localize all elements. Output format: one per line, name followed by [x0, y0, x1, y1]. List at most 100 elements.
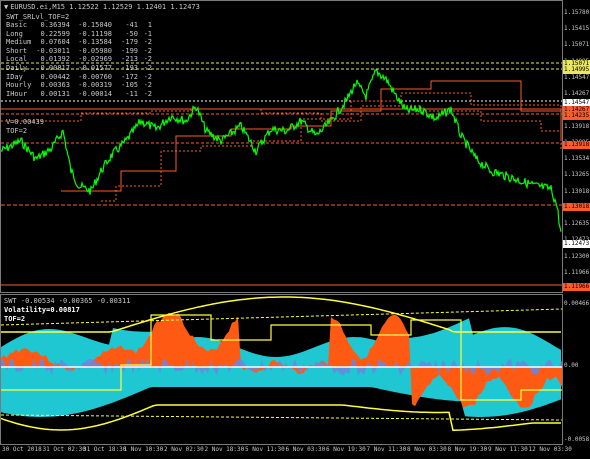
upper-dashed	[1, 308, 562, 326]
indicator-panel[interactable]: SWT -0.00534 -0.00365 -0.00311 Volatilit…	[0, 294, 563, 445]
price-axis-label: 1.14547	[564, 73, 590, 81]
price-axis-label: 1.12635	[564, 220, 590, 228]
price-tag: 1.13018	[563, 203, 590, 211]
indicator-axis-label: -0.00581	[564, 436, 590, 443]
stats-cell: -213	[121, 55, 138, 64]
stats-cell: -0.03011	[36, 46, 70, 55]
time-axis-label: 1 Nov 10:30	[123, 446, 164, 453]
v-line-text: V=0.00439	[6, 118, 44, 126]
stats-cell: -172	[121, 72, 138, 81]
stats-cell: -50	[125, 29, 138, 38]
stats-cell: -0.00760	[78, 72, 112, 81]
price-axis-label: 1.13265	[564, 171, 590, 179]
price-tag: 1.14235	[563, 112, 590, 120]
stats-cell: -2	[143, 46, 152, 55]
stats-cell: 0.00817	[40, 63, 70, 72]
price-panel[interactable]: ▼ EURUSD.ei,M15 1.12522 1.12529 1.12401 1…	[0, 0, 563, 293]
indicator-axis-label: 0.00	[564, 362, 579, 369]
stats-cell: -193	[121, 63, 138, 72]
stats-cell: -2	[143, 63, 152, 72]
price-axis-label: 1.13018	[564, 187, 590, 195]
price-tag: 1.11966	[563, 283, 590, 291]
stats-cell: -105	[121, 81, 138, 90]
stats-cell: Local	[6, 55, 28, 64]
stats-cell: 0.36394	[40, 21, 70, 29]
stats-cell: 0.00363	[40, 81, 70, 90]
time-axis-label: 5 Nov 11:30	[245, 446, 285, 453]
stats-cell: IDay	[6, 72, 23, 81]
time-axis-label: 6 Nov 19:30	[326, 446, 366, 453]
stats-cell: -11	[125, 89, 138, 98]
price-axis-label: 1.11966	[564, 268, 590, 276]
time-axis-label: 31 Oct 02:30	[42, 446, 86, 453]
time-axis-label: 2 Nov 02:30	[164, 446, 204, 453]
stats-cell: -2	[143, 72, 152, 81]
stats-cell: -0.15040	[78, 21, 112, 29]
stats-row: Short -0.03011 -0.05980 -199 -2	[6, 47, 152, 56]
stats-row: Basic 0.36394 -0.15040 -41 1	[6, 21, 152, 30]
stats-cell: -0.13584	[78, 38, 112, 47]
time-axis-label: 6 Nov 03:30	[285, 446, 326, 453]
volatility-label: Volatility=0.00817	[4, 306, 80, 314]
stats-cell: -2	[143, 89, 152, 98]
stats-cell: 0.07604	[40, 38, 70, 47]
price-axis-label: 1.15415	[564, 25, 590, 33]
price-axis-label: 1.13918	[564, 122, 590, 130]
time-axis-label: 30 Oct 2018	[2, 446, 42, 453]
stats-row: Hourly 0.00363 -0.00319 -105 -2	[6, 81, 152, 90]
price-tag: 1.12473	[563, 240, 590, 248]
stats-cell: -179	[121, 38, 138, 47]
stats-cell: -0.00014	[78, 89, 112, 98]
chart-window: ▼ EURUSD.ei,M15 1.12522 1.12529 1.12401 1…	[0, 0, 590, 459]
stats-row: IDay 0.00442 -0.00760 -172 -2	[6, 73, 152, 82]
time-axis-label: 9 Nov 11:30	[488, 446, 528, 453]
stats-cell: Basic	[6, 21, 28, 29]
stats-cell: -41	[125, 21, 138, 29]
stats-row: Daily 0.00817 -0.01577 -193 -2	[6, 64, 152, 73]
stats-table: Basic 0.36394 -0.15040 -41 1 Long 0.22599 -0.11…	[6, 21, 152, 98]
stats-cell: 0.01392	[40, 55, 70, 64]
indicator-canvas	[1, 296, 562, 432]
time-axis-label: 8 Nov 19:30	[447, 446, 488, 453]
stats-cell: -0.11198	[78, 29, 112, 38]
stats-cell: Long	[6, 29, 23, 38]
stats-cell: Hourly	[6, 81, 32, 90]
price-axis-label: 1.15780	[564, 9, 590, 16]
indicator-axis-label: 0.00466	[564, 300, 590, 307]
stats-cell: Medium	[6, 38, 32, 47]
stats-cell: 0.00131	[40, 89, 70, 98]
time-axis-label: 2 Nov 18:30	[204, 446, 245, 453]
stats-row: Local 0.01392 -0.02969 -213 -2	[6, 55, 152, 64]
stats-cell: IHour	[6, 89, 28, 98]
stats-cell: -1	[143, 29, 152, 38]
stats-cell: 0.00442	[40, 72, 70, 81]
stats-cell: -0.00319	[78, 81, 112, 90]
stats-cell: Daily	[6, 63, 28, 72]
stats-cell: -2	[143, 81, 152, 90]
stats-cell: -199	[121, 46, 138, 55]
time-axis-label: 7 Nov 11:30	[366, 446, 407, 453]
stats-row: Long 0.22599 -0.11198 -50 -1	[6, 30, 152, 39]
price-axis-label: 1.12300	[564, 252, 590, 260]
indicator-tof-label: TOF=2	[4, 315, 26, 323]
dropdown-triangle-icon[interactable]: ▼	[4, 3, 8, 11]
stats-cell: -2	[143, 38, 152, 47]
time-axis-label: 12 Nov 03:30	[528, 446, 572, 453]
time-axis-label: 8 Nov 03:30	[407, 446, 447, 453]
price-axis-label: 1.13534	[564, 155, 590, 163]
indicator-name: SWT_SRLvl_TOF=2	[6, 13, 70, 21]
stats-row: IHour 0.00131 -0.00014 -11 -2	[6, 90, 152, 99]
indicator-header: SWT -0.00534 -0.00365 -0.00311	[4, 297, 131, 305]
tof-line-text: TOF=2	[6, 127, 28, 135]
stats-cell: -0.05980	[78, 46, 112, 55]
stats-cell: Short	[6, 46, 28, 55]
price-tag: 1.13918	[563, 141, 590, 149]
price-axis-label: 1.15071	[564, 41, 590, 49]
stats-cell: 1	[147, 21, 152, 29]
stats-cell: 0.22599	[40, 29, 70, 38]
price-axis-label: 1.14267	[564, 90, 590, 98]
chart-title: ▼ EURUSD.ei,M15 1.12522 1.12529 1.12401 1…	[4, 3, 200, 11]
stats-cell: -0.02969	[78, 55, 112, 64]
time-axis-label: 31 Oct 18:30	[83, 446, 127, 453]
price-tag: 1.14995	[563, 66, 590, 74]
